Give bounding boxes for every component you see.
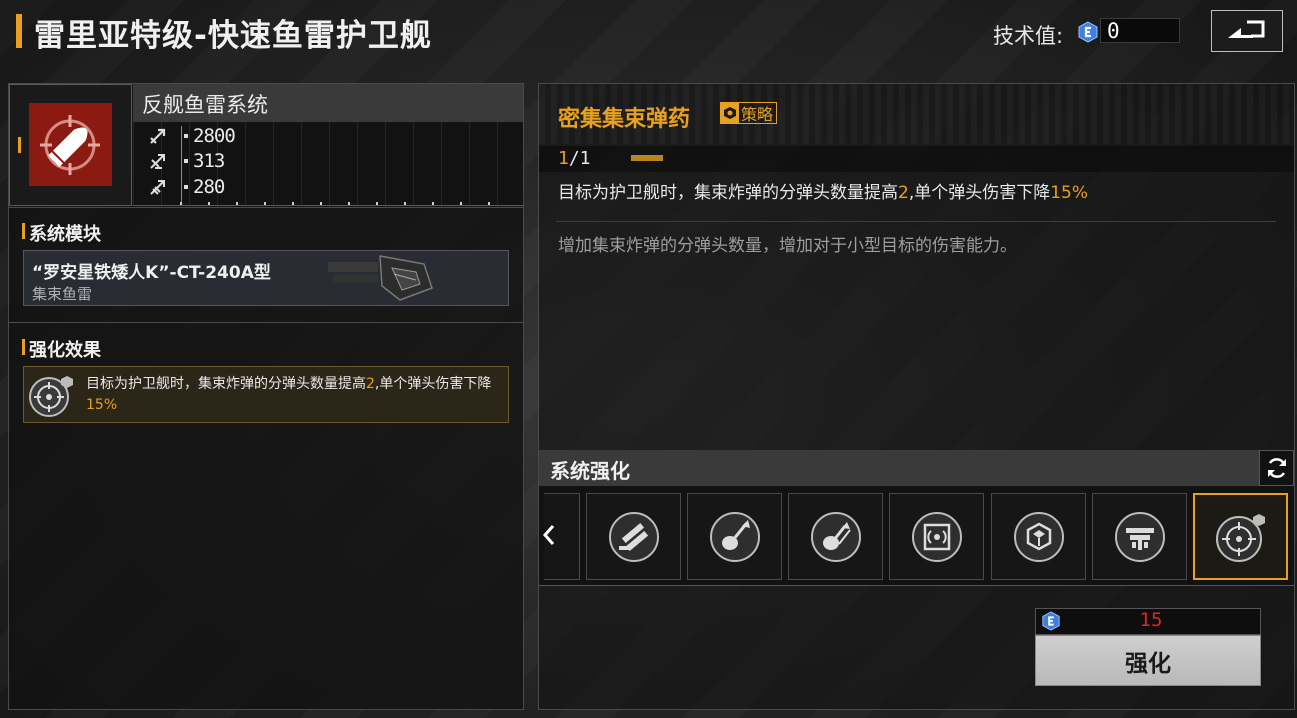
turret-icon xyxy=(1114,511,1165,562)
enhance-slot-5[interactable] xyxy=(991,493,1086,580)
desc-part: 目标为护卫舰时，集束炸弹的分弹头数量提高 xyxy=(558,183,898,203)
chevron-left-icon xyxy=(542,525,555,545)
strategy-badge: 策略 xyxy=(720,102,778,124)
divider xyxy=(9,207,523,208)
strategy-badge-label: 策略 xyxy=(741,105,774,124)
enhancement-level: 1/1 xyxy=(558,148,591,169)
tech-point-icon xyxy=(1078,21,1098,43)
effect-number: 2 xyxy=(366,376,375,392)
level-total: /1 xyxy=(568,148,591,169)
module-name: “罗安星铁矮人K”-CT-240A型 xyxy=(32,263,271,283)
desc-part: ,单个弹头伤害下降 xyxy=(908,183,1051,203)
guitar-arrow-icon xyxy=(709,511,760,562)
stats-tick-marks xyxy=(180,202,510,205)
page-title: 雷里亚特级-快速鱼雷护卫舰 xyxy=(34,18,432,54)
stat-siege-value: 280 xyxy=(193,176,225,198)
attack-icon xyxy=(150,128,166,144)
level-current: 1 xyxy=(558,148,569,169)
effect-text: 目标为护卫舰时，集束炸弹的分弹头数量提高2,单个弹头伤害下降 15% xyxy=(86,374,504,416)
strategy-icon xyxy=(721,103,739,123)
enhancement-title: 密集集束弹药 xyxy=(558,107,691,132)
stat-row-attack: 2800 xyxy=(148,125,236,147)
section-accent xyxy=(22,223,25,239)
enhancement-flavor-text: 增加集束炸弹的分弹头数量，增加对于小型目标的伤害能力。 xyxy=(558,236,1017,256)
desc-percent: 15% xyxy=(1050,183,1089,203)
desc-number: 2 xyxy=(898,183,909,203)
stat-dot xyxy=(184,159,188,163)
cube-shield-icon xyxy=(1013,511,1064,562)
divider xyxy=(9,322,523,323)
divider xyxy=(556,221,1276,222)
back-arrow-icon xyxy=(1228,20,1265,38)
refresh-button[interactable] xyxy=(1259,450,1294,486)
stat-dot xyxy=(184,185,188,189)
back-button[interactable] xyxy=(1211,10,1283,52)
siege-icon xyxy=(150,180,165,195)
stat-attack-value: 2800 xyxy=(193,125,236,147)
effect-text-part: 目标为护卫舰时，集束炸弹的分弹头数量提高 xyxy=(86,376,366,392)
torpedo-target-icon xyxy=(40,115,100,175)
enhancement-description: 目标为护卫舰时，集束炸弹的分弹头数量提高2,单个弹头伤害下降15% xyxy=(558,178,1088,203)
antiair-icon xyxy=(150,154,165,169)
enhance-slot-4[interactable] xyxy=(889,493,984,580)
effect-section-title: 强化效果 xyxy=(29,340,101,361)
tech-point-icon xyxy=(1042,611,1060,631)
system-enhance-title: 系统强化 xyxy=(550,459,630,483)
missile-pair-icon xyxy=(608,511,659,562)
level-progress-bar xyxy=(631,155,663,161)
stat-row-antiair: 313 xyxy=(148,150,225,172)
crosshair-ammo-icon xyxy=(1215,513,1265,562)
enhance-cost: 15 xyxy=(1139,609,1163,631)
enhance-slot-7-selected[interactable] xyxy=(1193,493,1288,580)
module-launcher-image xyxy=(328,255,433,301)
stat-antiair-value: 313 xyxy=(193,150,225,172)
weapon-name: 反舰鱼雷系统 xyxy=(142,93,268,117)
stat-dot xyxy=(184,134,188,138)
enhance-slot-3[interactable] xyxy=(788,493,883,580)
tech-value: 0 xyxy=(1100,18,1180,43)
module-type: 集束鱼雷 xyxy=(32,285,93,303)
effect-text-part: ,单个弹头伤害下降 xyxy=(374,376,492,392)
title-accent-bar xyxy=(16,14,22,48)
enhance-button[interactable]: 强化 xyxy=(1035,635,1261,686)
stat-row-siege: 280 xyxy=(148,176,225,198)
effect-percent: 15% xyxy=(86,397,118,413)
module-section-title: 系统模块 xyxy=(29,224,101,245)
crosshair-ammo-icon xyxy=(29,376,73,417)
enhance-slot-2[interactable] xyxy=(687,493,782,580)
scroll-left-button[interactable] xyxy=(539,515,559,555)
refresh-icon xyxy=(1267,458,1286,478)
enhance-slot-1[interactable] xyxy=(586,493,681,580)
tech-value-label: 技术值: xyxy=(993,24,1064,48)
system-enhance-bar xyxy=(539,450,1294,486)
enhance-slot-6[interactable] xyxy=(1092,493,1187,580)
section-accent xyxy=(22,339,25,355)
guitar-arrow-alt-icon xyxy=(810,511,861,562)
chip-signal-icon xyxy=(911,511,962,562)
weapon-icon-accent xyxy=(18,137,21,153)
weapon-icon xyxy=(29,103,112,186)
